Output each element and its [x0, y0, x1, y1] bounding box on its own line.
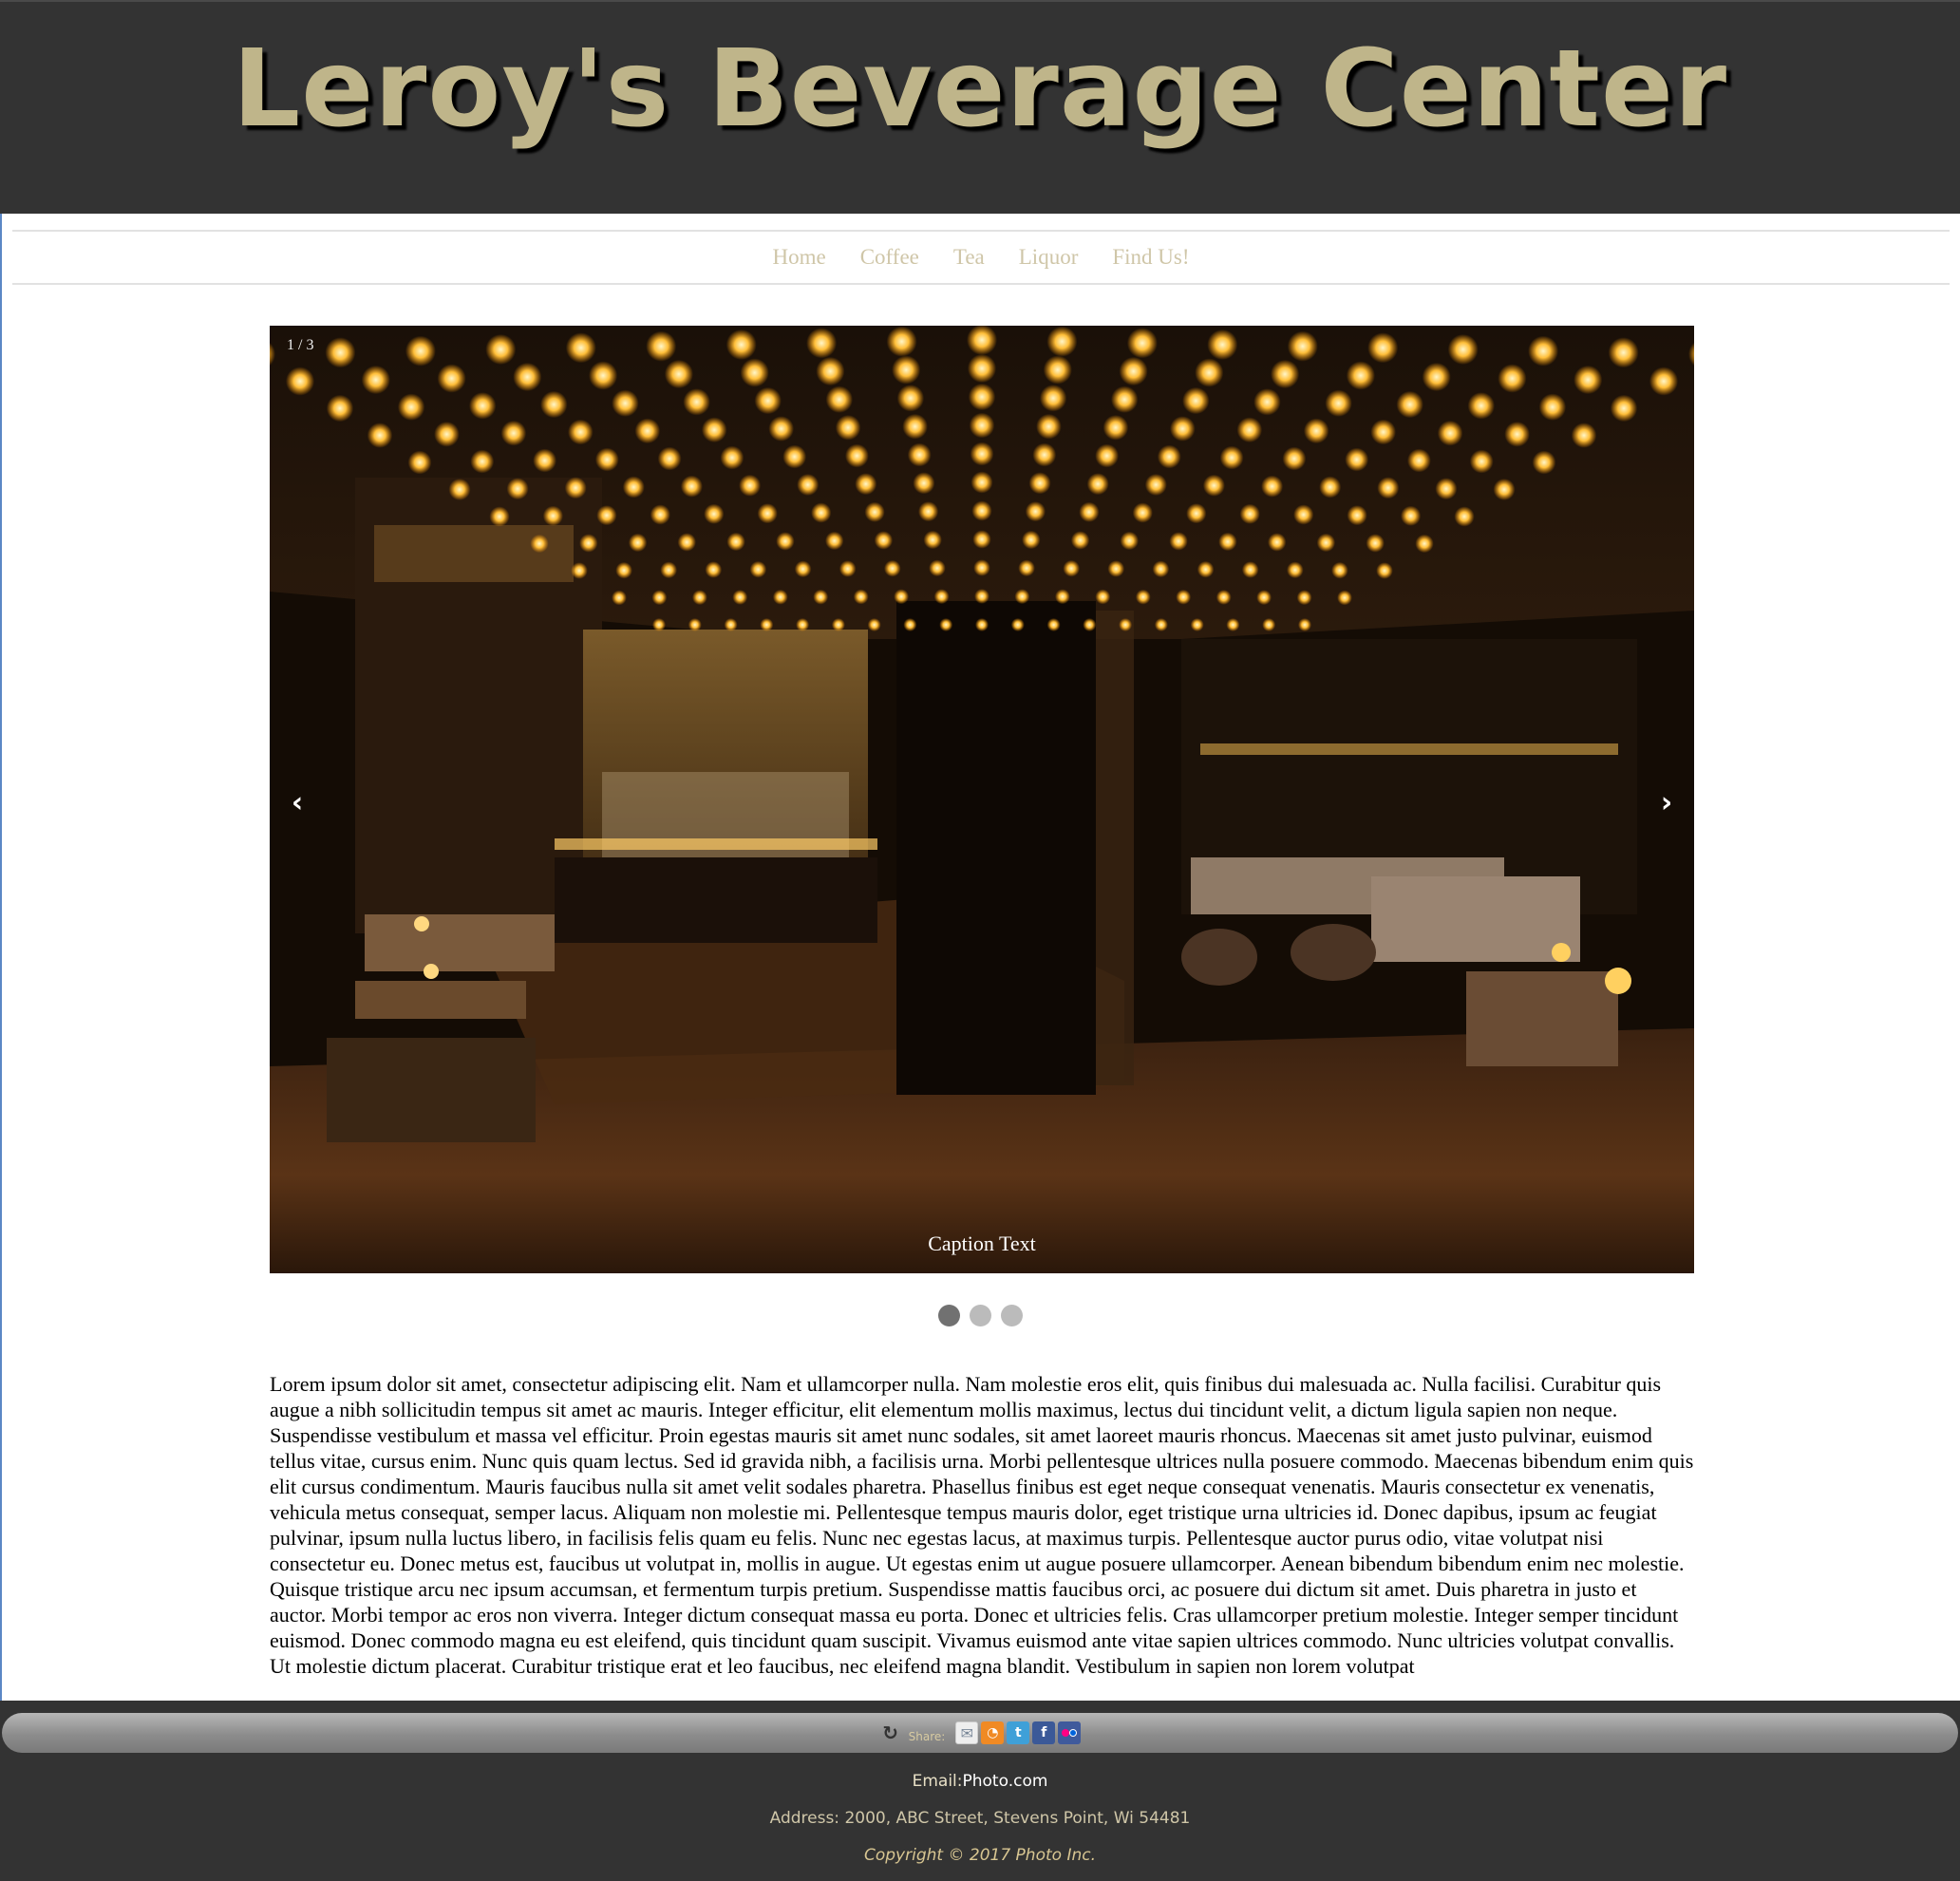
flickr-icon[interactable] — [1058, 1721, 1082, 1744]
rss-icon[interactable]: ◔ — [981, 1721, 1005, 1744]
nav-item-home: Home — [772, 232, 825, 286]
footer-copyright: Copyright © 2017 Photo Inc. — [864, 1846, 1096, 1865]
share-label: Share: — [908, 1730, 946, 1743]
email-icon[interactable]: ✉ — [955, 1721, 979, 1744]
site-footer: ↻ Share: ✉ ◔ t f Email:Photo.com Address… — [0, 1701, 1960, 1881]
slide-dot-2[interactable] — [969, 1305, 991, 1326]
nav-link-home[interactable]: Home — [772, 245, 825, 269]
nav-link-coffee[interactable]: Coffee — [860, 245, 919, 269]
slide-dots — [0, 1305, 1960, 1326]
previous-slide-button[interactable]: ‹ — [273, 780, 321, 827]
site-header: Leroy's Beverage Center — [0, 0, 1960, 214]
chevron-left-icon: ‹ — [291, 786, 304, 819]
twitter-icon[interactable]: t — [1007, 1721, 1030, 1744]
nav-link-tea[interactable]: Tea — [953, 245, 985, 269]
email-value[interactable]: Photo.com — [963, 1772, 1048, 1791]
slide-dot-3[interactable] — [1000, 1305, 1023, 1326]
slide-image — [270, 326, 1694, 1273]
window-edge — [0, 0, 2, 1881]
slide-caption: Caption Text — [928, 1232, 1036, 1255]
nav-list: Home Coffee Tea Liquor Find Us! — [772, 232, 1189, 286]
share-bar: ↻ Share: ✉ ◔ t f — [2, 1713, 1958, 1753]
footer-email: Email:Photo.com — [0, 1772, 1960, 1791]
nav-item-coffee: Coffee — [860, 232, 919, 286]
slideshow: 1 / 3 Caption Text ‹ › — [270, 326, 1694, 1273]
main-nav: Home Coffee Tea Liquor Find Us! — [12, 230, 1950, 285]
facebook-icon[interactable]: f — [1032, 1721, 1056, 1744]
nav-link-liquor[interactable]: Liquor — [1019, 245, 1079, 269]
share-toolbar: ↻ Share: ✉ ◔ t f — [879, 1713, 1082, 1753]
site-title: Leroy's Beverage Center — [232, 28, 1728, 151]
slide-counter: 1 / 3 — [287, 337, 314, 353]
slide-dot-1[interactable] — [937, 1305, 960, 1326]
chevron-right-icon: › — [1660, 786, 1673, 819]
nav-item-tea: Tea — [953, 232, 985, 286]
next-slide-button[interactable]: › — [1643, 780, 1690, 827]
nav-item-find-us: Find Us! — [1112, 232, 1189, 286]
body-text: Lorem ipsum dolor sit amet, consectetur … — [270, 1372, 1694, 1678]
share-icon[interactable]: ↻ — [879, 1721, 902, 1744]
nav-item-liquor: Liquor — [1019, 232, 1079, 286]
footer-address: Address: 2000, ABC Street, Stevens Point… — [769, 1809, 1191, 1828]
email-label: Email: — [912, 1772, 963, 1791]
nav-link-find-us[interactable]: Find Us! — [1112, 245, 1189, 269]
